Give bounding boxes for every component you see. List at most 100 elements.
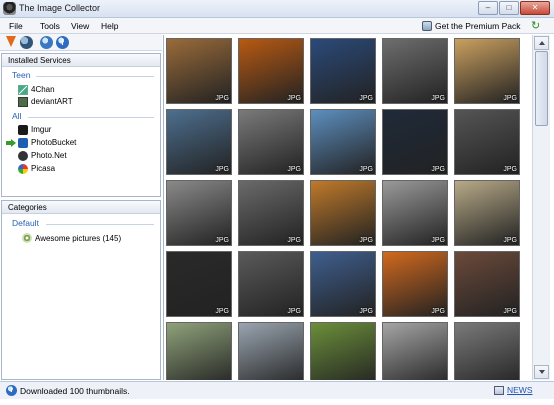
- service-label: Picasa: [31, 164, 56, 173]
- service-deviantart[interactable]: deviantART: [18, 96, 73, 107]
- jpg-badge: JPG: [503, 308, 517, 315]
- thumbnail[interactable]: [238, 322, 304, 380]
- scroll-thumb[interactable]: [535, 51, 548, 126]
- deviantart-icon: [18, 96, 28, 107]
- group-label-all: All: [12, 111, 22, 121]
- maximize-button[interactable]: □: [499, 1, 519, 15]
- jpg-badge: JPG: [359, 237, 373, 244]
- status-bar: i Downloaded 100 thumbnails. NEWS: [0, 381, 554, 399]
- thumbnail[interactable]: JPG: [238, 109, 304, 175]
- jpg-badge: JPG: [359, 308, 373, 315]
- service-photobucket[interactable]: PhotoBucket: [18, 137, 76, 148]
- news-link[interactable]: NEWS: [494, 385, 533, 395]
- selected-arrow-icon: [6, 139, 16, 147]
- jpg-badge: JPG: [215, 237, 229, 244]
- thumbnail[interactable]: JPG: [310, 180, 376, 246]
- service-imgur[interactable]: Imgur: [18, 124, 51, 135]
- menu-view[interactable]: View: [71, 21, 89, 31]
- thumbnail[interactable]: JPG: [454, 251, 520, 317]
- thumbnail[interactable]: JPG: [166, 251, 232, 317]
- thumbnail-grid: JPG JPG JPG JPG JPG JPG JPG JPG JPG JPG JPG JPG JPG J…: [163, 35, 532, 380]
- jpg-badge: JPG: [287, 95, 301, 102]
- thumbnail[interactable]: JPG: [382, 251, 448, 317]
- news-label: NEWS: [507, 385, 533, 395]
- app-icon: [3, 2, 16, 15]
- category-label: Awesome pictures (145): [35, 233, 122, 243]
- scroll-down-button[interactable]: [534, 365, 549, 379]
- service-label: Photo.Net: [31, 151, 67, 160]
- photobucket-icon: [18, 137, 28, 148]
- jpg-badge: JPG: [503, 95, 517, 102]
- categories-header: Categories: [2, 201, 160, 214]
- thumbnail[interactable]: [382, 322, 448, 380]
- jpg-badge: JPG: [431, 95, 445, 102]
- premium-pack-link[interactable]: Get the Premium Pack: [422, 20, 521, 32]
- jpg-badge: JPG: [503, 166, 517, 173]
- group-divider: [36, 76, 154, 77]
- service-label: 4Chan: [31, 85, 55, 94]
- thumbnail[interactable]: JPG: [166, 38, 232, 104]
- menu-tools[interactable]: Tools: [40, 21, 60, 31]
- jpg-badge: JPG: [431, 237, 445, 244]
- thumbnail[interactable]: [454, 322, 520, 380]
- thumbnail[interactable]: JPG: [238, 251, 304, 317]
- users-icon[interactable]: [20, 36, 33, 49]
- toolbar: i: [0, 34, 162, 51]
- window-title: The Image Collector: [19, 3, 101, 13]
- news-icon: [494, 385, 504, 395]
- thumbnail[interactable]: JPG: [382, 109, 448, 175]
- jpg-badge: JPG: [431, 308, 445, 315]
- thumbnail[interactable]: JPG: [382, 38, 448, 104]
- jpg-badge: JPG: [215, 95, 229, 102]
- thumbnail[interactable]: JPG: [310, 109, 376, 175]
- thumbnail[interactable]: JPG: [310, 38, 376, 104]
- status-text: Downloaded 100 thumbnails.: [20, 386, 130, 396]
- refresh-icon[interactable]: ↻: [531, 21, 543, 32]
- jpg-badge: JPG: [431, 166, 445, 173]
- thumbnail[interactable]: JPG: [310, 251, 376, 317]
- thumbnail[interactable]: [166, 322, 232, 380]
- installed-services-header: Installed Services: [2, 54, 160, 67]
- menu-help[interactable]: Help: [101, 21, 118, 31]
- photonet-icon: [18, 150, 28, 161]
- jpg-badge: JPG: [359, 95, 373, 102]
- thumbnail[interactable]: JPG: [382, 180, 448, 246]
- menu-file[interactable]: File: [9, 21, 23, 31]
- globe-icon[interactable]: [40, 36, 53, 49]
- service-label: Imgur: [31, 125, 52, 134]
- thumbnail[interactable]: JPG: [454, 109, 520, 175]
- thumbnail[interactable]: JPG: [238, 180, 304, 246]
- service-picasa[interactable]: Picasa: [18, 163, 55, 174]
- category-icon: [22, 233, 32, 243]
- title-bar: The Image Collector – □ ✕: [0, 0, 554, 18]
- jpg-badge: JPG: [287, 308, 301, 315]
- jpg-badge: JPG: [359, 166, 373, 173]
- thumbnail[interactable]: JPG: [238, 38, 304, 104]
- thumbnail[interactable]: JPG: [166, 180, 232, 246]
- group-label-teen: Teen: [12, 70, 31, 80]
- menu-bar: File Tools View Help Get the Premium Pac…: [0, 18, 554, 34]
- service-photonet[interactable]: Photo.Net: [18, 150, 67, 161]
- 4chan-icon: [18, 84, 28, 95]
- close-button[interactable]: ✕: [520, 1, 550, 15]
- thumbnail[interactable]: JPG: [166, 109, 232, 175]
- category-awesome-pictures[interactable]: Awesome pictures (145): [22, 233, 121, 243]
- service-label: PhotoBucket: [31, 138, 77, 147]
- group-divider: [46, 224, 154, 225]
- jpg-badge: JPG: [503, 237, 517, 244]
- status-info-icon: i: [6, 385, 17, 396]
- vertical-scrollbar[interactable]: [532, 35, 550, 380]
- jpg-badge: JPG: [215, 308, 229, 315]
- download-icon[interactable]: [5, 36, 18, 49]
- thumbnail[interactable]: JPG: [454, 38, 520, 104]
- thumbnail[interactable]: [310, 322, 376, 380]
- info-icon[interactable]: i: [56, 36, 69, 49]
- jpg-badge: JPG: [287, 237, 301, 244]
- service-4chan[interactable]: 4Chan: [18, 84, 55, 95]
- imgur-icon: [18, 124, 28, 135]
- scroll-up-button[interactable]: [534, 36, 549, 50]
- group-divider: [28, 117, 154, 118]
- thumbnail[interactable]: JPG: [454, 180, 520, 246]
- minimize-button[interactable]: –: [478, 1, 498, 15]
- jpg-badge: JPG: [215, 166, 229, 173]
